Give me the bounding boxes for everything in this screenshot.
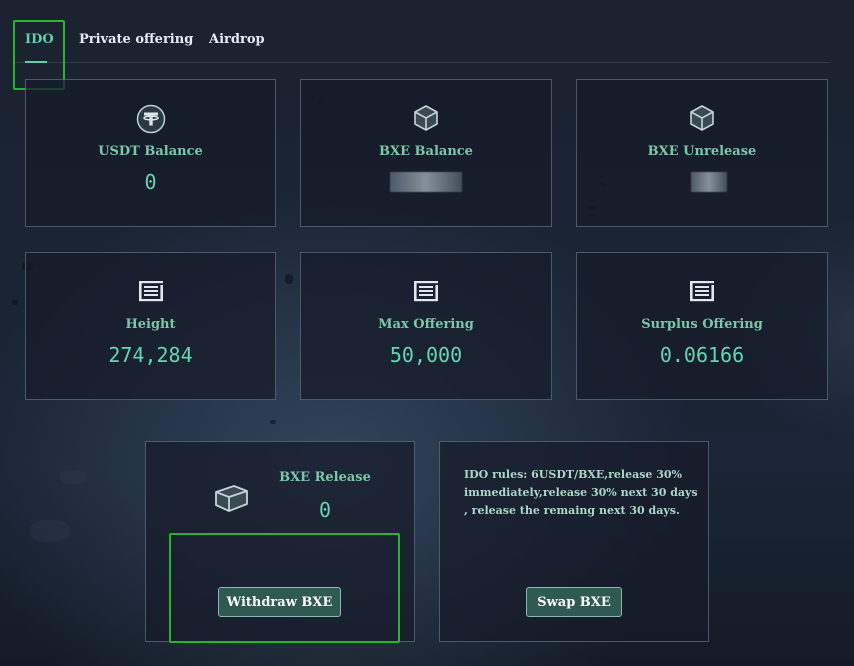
max-offering-value: 50,000	[389, 343, 463, 367]
ido-rules-text: IDO rules: 6USDT/BXE,release 30% immedia…	[464, 468, 698, 517]
max-offering-label: Max Offering	[378, 317, 474, 332]
bxe-release-label: BXE Release	[279, 470, 371, 485]
active-tab-indicator	[25, 61, 47, 63]
usdt-balance-card: USDT Balance 0	[25, 79, 276, 227]
surplus-offering-label: Surplus Offering	[641, 317, 763, 332]
tab-airdrop[interactable]: Airdrop	[209, 32, 265, 47]
swap-bxe-button[interactable]: Swap BXE	[526, 587, 622, 617]
bxe-unrelease-label: BXE Unrelease	[647, 144, 757, 159]
tab-bar: IDO Private offering Airdrop	[12, 20, 830, 63]
bxe-release-value: 0	[318, 498, 332, 522]
bxe-release-card: BXE Release 0 Withdraw BXE	[145, 441, 415, 642]
bxe-unrelease-card: BXE Unrelease	[576, 79, 828, 227]
usdt-balance-value: 0	[144, 170, 157, 194]
usdt-icon	[136, 104, 166, 138]
surplus-offering-value: 0.06166	[659, 343, 745, 367]
bxe-unrelease-value-redacted	[691, 172, 727, 192]
cube-icon	[687, 103, 717, 137]
tab-private-offering[interactable]: Private offering	[79, 32, 193, 47]
bxe-balance-label: BXE Balance	[379, 144, 473, 159]
height-label: Height	[125, 317, 176, 332]
usdt-balance-label: USDT Balance	[98, 144, 203, 159]
surplus-offering-card: Surplus Offering 0.06166	[576, 252, 828, 400]
withdraw-bxe-button[interactable]: Withdraw BXE	[218, 587, 341, 617]
cube-icon	[411, 103, 441, 137]
ido-rules-card: IDO rules: 6USDT/BXE,release 30% immedia…	[439, 441, 709, 642]
bxe-balance-value-redacted	[390, 172, 462, 192]
coin-logo-icon	[137, 279, 165, 307]
tab-ido[interactable]: IDO	[25, 32, 54, 47]
bxe-balance-card: BXE Balance	[300, 79, 552, 227]
max-offering-card: Max Offering 50,000	[300, 252, 552, 400]
height-card: Height 274,284	[25, 252, 276, 400]
coin-logo-icon	[688, 279, 716, 307]
height-value: 274,284	[108, 343, 193, 367]
coin-logo-icon	[412, 279, 440, 307]
